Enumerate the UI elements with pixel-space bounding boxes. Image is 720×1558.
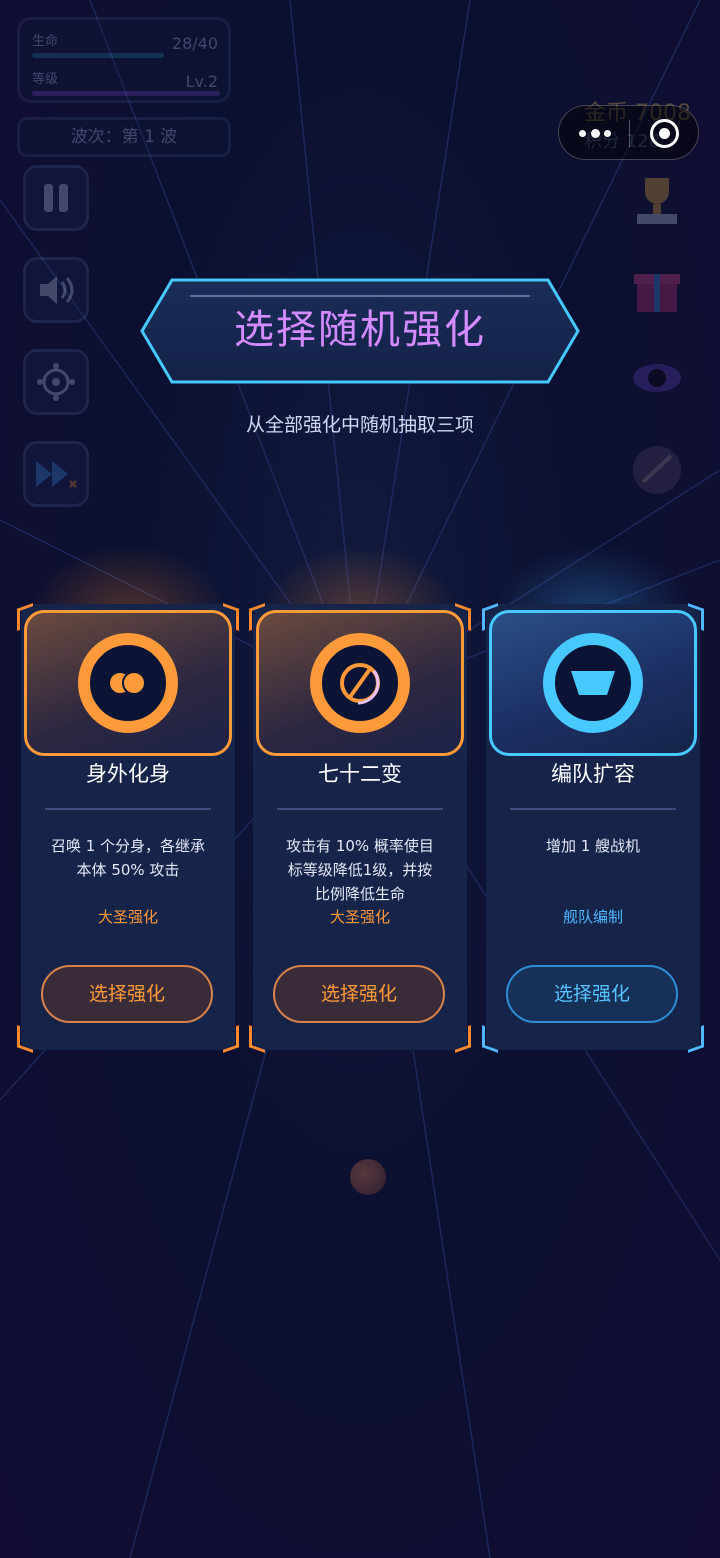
gift-icon: [634, 274, 680, 312]
locked-skill-icon: [633, 446, 681, 494]
fast-forward-icon: [36, 461, 77, 488]
sound-button[interactable]: [23, 257, 89, 323]
background-planet: [350, 1159, 386, 1195]
more-options-icon[interactable]: [579, 124, 611, 142]
card-divider: [277, 808, 443, 810]
miniprogram-capsule: [558, 105, 699, 160]
card-divider: [510, 808, 676, 810]
modal-subtitle: 从全部强化中随机抽取三项: [245, 414, 474, 436]
transform-icon: [310, 633, 410, 733]
card-description: 召唤 1 个分身，各继承本体 50% 攻击: [50, 837, 206, 879]
pause-button[interactable]: [23, 165, 89, 231]
upgrade-card-clone[interactable]: 身外化身 召唤 1 个分身，各继承本体 50% 攻击 大圣强化 选择强化: [17, 544, 239, 1053]
card-icon-panel: [24, 610, 232, 756]
modal-title: 选择随机强化: [234, 307, 486, 353]
blackhole-button[interactable]: [624, 345, 690, 411]
locked-skill-button[interactable]: [624, 437, 690, 503]
gift-button[interactable]: [624, 255, 690, 321]
select-upgrade-button[interactable]: 选择强化: [41, 965, 213, 1023]
level-bar: [32, 91, 220, 96]
card-category-tag: 大圣强化: [329, 908, 390, 926]
pause-icon: [44, 184, 68, 212]
level-label: 等级: [32, 72, 59, 87]
card-title: 七十二变: [318, 762, 402, 786]
card-divider: [45, 808, 211, 810]
card-icon-panel: [489, 610, 697, 756]
target-icon: [37, 363, 75, 401]
card-category-tag: 大圣强化: [97, 908, 158, 926]
clone-icon: [78, 633, 178, 733]
card-description: 增加 1 艘战机: [545, 837, 641, 855]
close-miniprogram-icon[interactable]: [650, 119, 679, 148]
card-category-tag: 舰队编制: [562, 908, 623, 926]
trophy-icon: [637, 178, 677, 224]
player-stats-panel: 生命 28/40 等级 Lv.2: [17, 17, 231, 103]
fleet-icon: [543, 633, 643, 733]
leaderboard-button[interactable]: [624, 167, 690, 233]
card-icon-panel: [256, 610, 464, 756]
life-bar: [32, 53, 164, 58]
upgrade-card-transform[interactable]: 七十二变 攻击有 10% 概率使目标等级降低1级，并按比例降低生命 大圣强化 选…: [249, 544, 471, 1053]
card-title: 编队扩容: [551, 762, 635, 786]
life-label: 生命: [32, 34, 59, 49]
capsule-divider: [629, 120, 630, 147]
skill-wheel-button[interactable]: [23, 349, 89, 415]
speaker-icon: [40, 276, 74, 304]
speed-button[interactable]: [23, 441, 89, 507]
life-value: 28/40: [171, 34, 218, 53]
card-description: 攻击有 10% 概率使目标等级降低1级，并按比例降低生命: [286, 837, 434, 903]
select-upgrade-button[interactable]: 选择强化: [273, 965, 445, 1023]
level-value: Lv.2: [185, 72, 218, 91]
select-upgrade-button[interactable]: 选择强化: [506, 965, 678, 1023]
blackhole-icon: [633, 364, 681, 392]
upgrade-card-fleet[interactable]: 编队扩容 增加 1 艘战机 舰队编制 选择强化: [482, 544, 704, 1053]
wave-indicator: 波次：第 1 波: [17, 117, 231, 157]
card-title: 身外化身: [86, 762, 170, 786]
